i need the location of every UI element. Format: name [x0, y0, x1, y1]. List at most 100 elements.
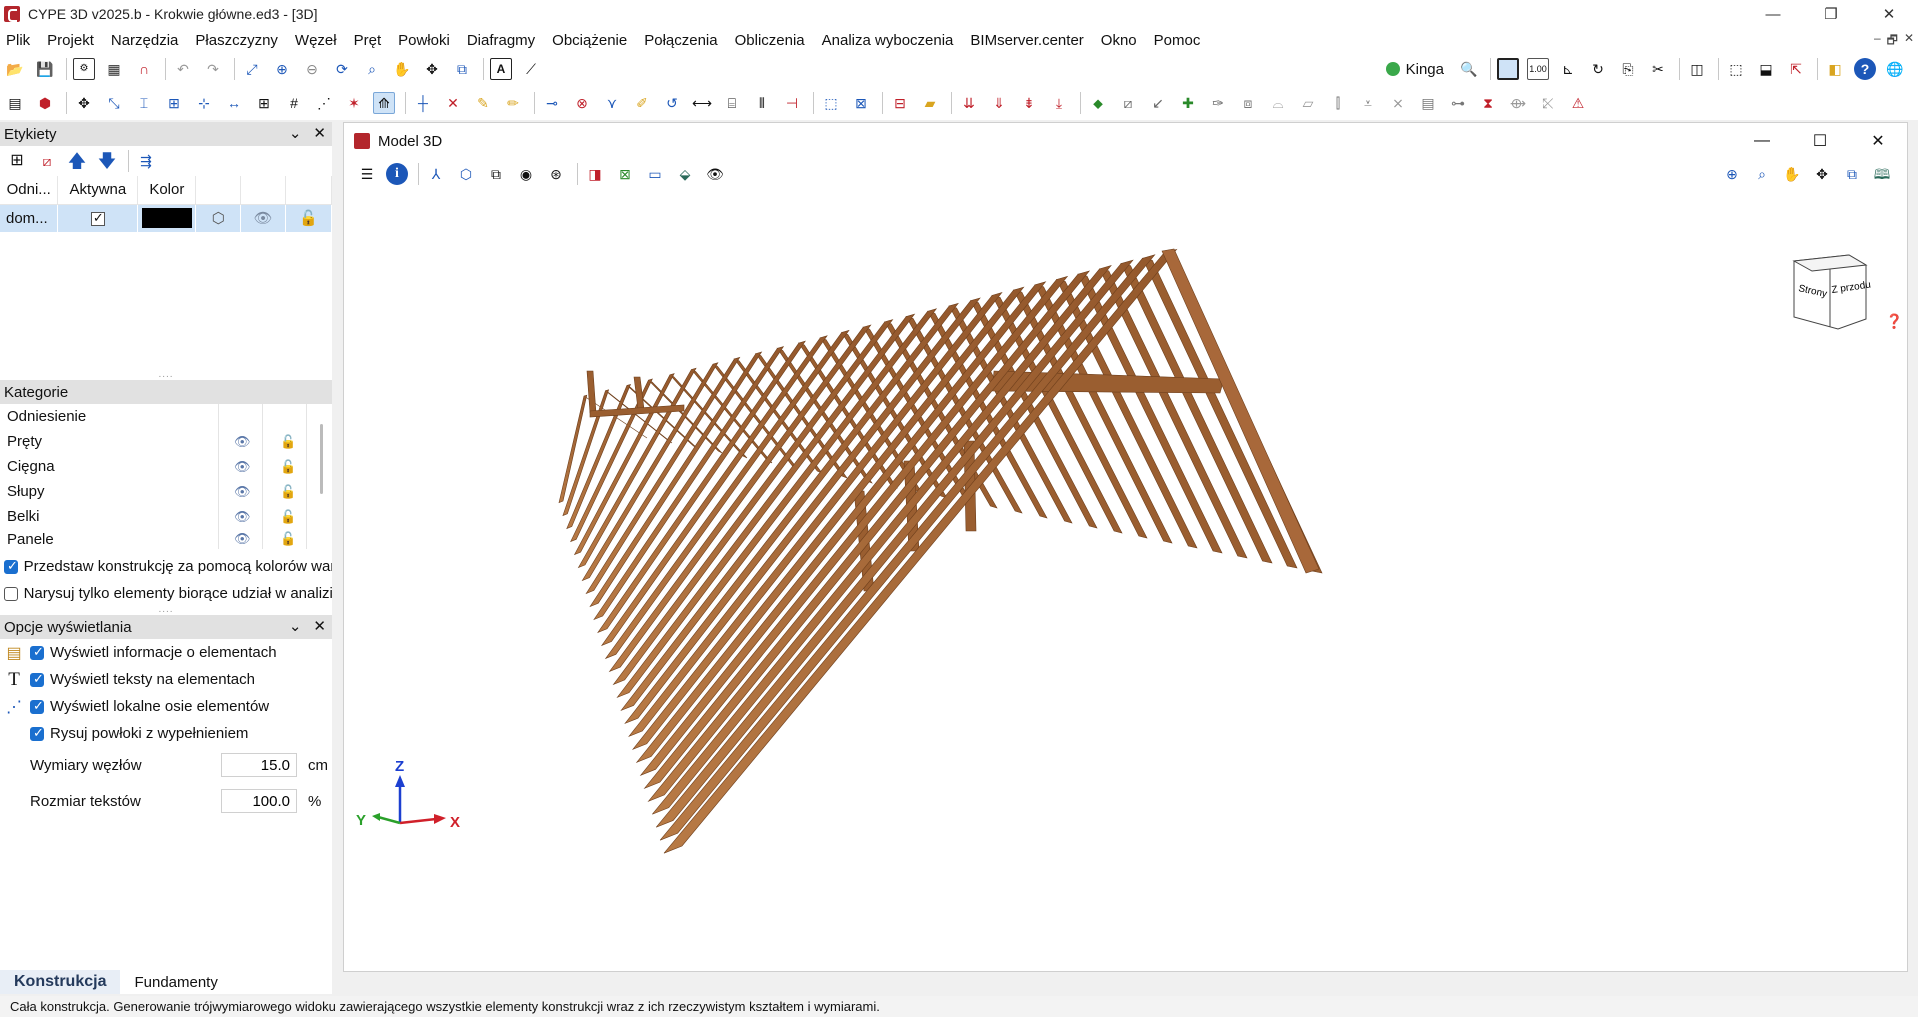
bar-split-icon[interactable]: ⊣	[781, 92, 803, 114]
layout-icon[interactable]: ◫	[1686, 58, 1708, 80]
globe-icon[interactable]: 🌐	[1884, 58, 1906, 80]
assign-label-icon[interactable]: ⇶	[135, 150, 157, 172]
delete-bar-icon[interactable]: ⊗	[571, 92, 593, 114]
warning-icon[interactable]: ⚠	[1567, 92, 1589, 114]
analysis-only-option[interactable]: Narysuj tylko elementy biorące udział w …	[0, 580, 332, 607]
col-odniesienie[interactable]: Odni...	[0, 176, 59, 205]
zoom-window-icon[interactable]: ⤢	[241, 58, 263, 80]
bar-line-icon[interactable]: ⟷	[691, 92, 713, 114]
color-structure-checkbox[interactable]	[4, 558, 18, 574]
connection-arrow-icon[interactable]: ↙	[1147, 92, 1169, 114]
mdi-restore-button[interactable]: 🗗	[1887, 31, 1898, 52]
pencil-icon[interactable]: ✏	[502, 92, 524, 114]
eye-icon[interactable]: 👁	[234, 531, 251, 547]
lock-icon[interactable]: 🔓	[280, 509, 296, 525]
refresh-icon[interactable]: ↻	[1587, 58, 1609, 80]
zoom-window-icon[interactable]: ⌕	[1751, 163, 1773, 185]
supports-icon[interactable]: ⊟	[889, 92, 911, 114]
axes-icon[interactable]: ⊹	[193, 92, 215, 114]
add-label-icon[interactable]: ⊞	[6, 150, 28, 172]
layers-icon[interactable]: ☰	[356, 163, 378, 185]
copy-icon[interactable]: ⎘	[1617, 58, 1639, 80]
element-info-checkbox[interactable]	[30, 644, 44, 660]
orbit-icon[interactable]: ✥	[1811, 163, 1833, 185]
arrow-down-icon[interactable]: 🡇	[96, 150, 118, 172]
measure-icon[interactable]: 1.00	[1527, 58, 1549, 80]
redo-icon[interactable]: ↷	[202, 58, 224, 80]
eye-icon[interactable]: 👁	[234, 509, 251, 525]
list-item[interactable]: Panele 👁 🔓	[0, 529, 332, 549]
delete-nodes-icon[interactable]: ✶	[343, 92, 365, 114]
pan-icon[interactable]: ✋	[391, 58, 413, 80]
menu-plik[interactable]: Plik	[6, 32, 30, 49]
edit-node-icon[interactable]: ✎	[472, 92, 494, 114]
analysis-only-checkbox[interactable]	[4, 586, 18, 601]
end-post[interactable]	[586, 370, 597, 414]
menu-polaczenia[interactable]: Połączenia	[644, 32, 717, 49]
table-row[interactable]: dom... ⬡ 👁 🔓	[0, 204, 332, 232]
tree-icon[interactable]: ⊶	[1447, 92, 1469, 114]
close-icon[interactable]: ✕	[313, 124, 326, 142]
menu-wezel[interactable]: Węzeł	[295, 32, 337, 49]
chevron-down-icon[interactable]: ⌄	[289, 124, 302, 142]
analysis-icon[interactable]: ⟴	[1507, 92, 1529, 114]
eye-icon[interactable]: 👁	[234, 459, 251, 475]
zoom-all-icon[interactable]: ⊕	[1721, 163, 1743, 185]
weld-icon[interactable]: ⌓	[1267, 92, 1289, 114]
chevron-down-icon[interactable]: ⌄	[289, 617, 302, 635]
mesh-icon[interactable]: #	[283, 92, 305, 114]
tab-konstrukcja[interactable]: Konstrukcja	[0, 970, 121, 994]
close-button[interactable]: ✕	[1860, 0, 1918, 28]
new-node-icon[interactable]: ┼	[412, 92, 434, 114]
eye-icon[interactable]: 👁	[234, 434, 251, 450]
menu-pomoc[interactable]: Pomoc	[1154, 32, 1201, 49]
axes-view-icon[interactable]: ⅄	[425, 163, 447, 185]
bar-rotate-icon[interactable]: ↺	[661, 92, 683, 114]
select-nodes-icon[interactable]: ⋰	[313, 92, 335, 114]
close-icon[interactable]: ✕	[313, 617, 326, 635]
cross-icon[interactable]: ⨯	[1387, 92, 1409, 114]
cube-icon[interactable]: ⬡	[195, 204, 242, 232]
arrow-up-icon[interactable]: 🡅	[66, 150, 88, 172]
rotate-icon[interactable]: ⟳	[331, 58, 353, 80]
visibility-icon[interactable]: 👁	[704, 163, 726, 185]
bar-joint-icon[interactable]: ⋎	[601, 92, 623, 114]
zoom-out-icon[interactable]: ⊖	[301, 58, 323, 80]
move-icon[interactable]: ✥	[73, 92, 95, 114]
user-badge[interactable]: Kinga	[1385, 61, 1444, 78]
model-maximize-button[interactable]: ☐	[1791, 123, 1849, 159]
load-node-icon[interactable]: ⇊	[958, 92, 980, 114]
frame-delete-icon[interactable]: ⊠	[850, 92, 872, 114]
dimension-icon[interactable]: ↔	[223, 92, 245, 114]
search-icon[interactable]: 🔍	[1458, 58, 1480, 80]
color-structure-option[interactable]: Przedstaw konstrukcję za pomocą kolorów …	[0, 553, 332, 580]
delete-node-icon[interactable]: ✕	[442, 92, 464, 114]
box-light-icon[interactable]: ⬓	[1755, 58, 1777, 80]
menu-okno[interactable]: Okno	[1101, 32, 1137, 49]
option-element-info[interactable]: ▤ Wyświetl informacje o elementach	[0, 639, 332, 666]
roof-structure[interactable]	[558, 248, 1323, 854]
connection-edit-icon[interactable]: ⧄	[1117, 92, 1139, 114]
element-texts-checkbox[interactable]	[30, 671, 44, 687]
new-bar-icon[interactable]: ⊸	[541, 92, 563, 114]
rafter-back[interactable]	[1141, 257, 1298, 569]
export-icon[interactable]: ⇱	[1785, 58, 1807, 80]
connection-check-icon[interactable]: ✚	[1177, 92, 1199, 114]
col-kolor[interactable]: Kolor	[137, 176, 197, 205]
connection-icon[interactable]: ⬥	[1087, 92, 1109, 114]
calc-icon[interactable]: ⧗	[1477, 92, 1499, 114]
list-item[interactable]: Belki 👁 🔓	[0, 504, 332, 529]
3d-viewport[interactable]: Strony Z przodu Z X Y	[344, 191, 1907, 971]
menu-projekt[interactable]: Projekt	[47, 32, 94, 49]
minimize-button[interactable]: —	[1744, 0, 1802, 28]
tab-fundamenty[interactable]: Fundamenty	[120, 974, 231, 991]
frame-select-icon[interactable]: ⬚	[820, 92, 842, 114]
grid-icon[interactable]: ▦	[103, 58, 125, 80]
active-tool-icon[interactable]: ⟰	[373, 92, 395, 114]
save-icon[interactable]: 💾	[34, 58, 56, 80]
frame-icon[interactable]	[1497, 58, 1519, 80]
menu-powloki[interactable]: Powłoki	[398, 32, 450, 49]
model-close-button[interactable]: ✕	[1849, 123, 1907, 159]
load-delete-icon[interactable]: ⤓	[1048, 92, 1070, 114]
book-icon[interactable]: 🕮	[1871, 163, 1893, 185]
